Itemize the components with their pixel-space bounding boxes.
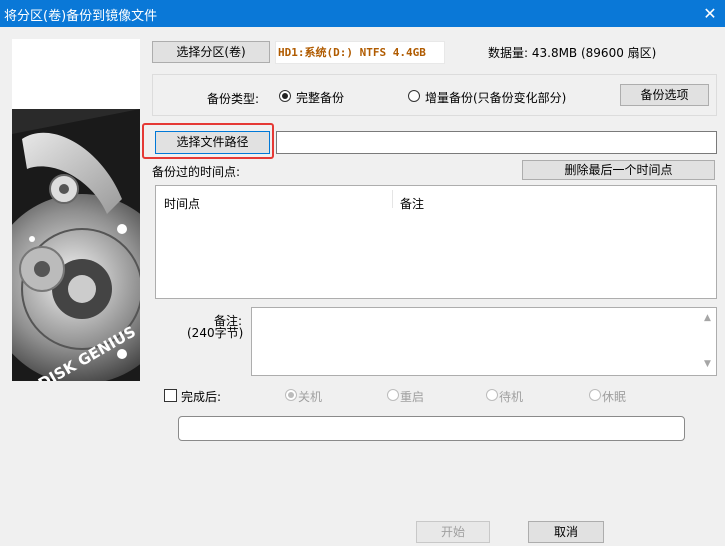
- standby-radio[interactable]: [486, 389, 498, 401]
- after-complete-label[interactable]: 完成后:: [181, 388, 221, 405]
- column-header-note[interactable]: 备注: [400, 195, 424, 212]
- hard-disk-icon: DISK GENIUS: [12, 109, 140, 381]
- data-size-label: 数据量: 43.8MB (89600 扇区): [488, 46, 657, 60]
- restart-radio[interactable]: [387, 389, 399, 401]
- full-backup-label[interactable]: 完整备份: [296, 89, 344, 106]
- timepoints-label: 备份过的时间点:: [152, 165, 241, 179]
- column-header-timepoint[interactable]: 时间点: [164, 195, 200, 212]
- backup-type-label: 备份类型:: [207, 92, 260, 106]
- shutdown-label[interactable]: 关机: [298, 388, 322, 405]
- notes-textarea[interactable]: ▲ ▼: [251, 307, 717, 376]
- select-partition-button[interactable]: 选择分区(卷): [152, 41, 270, 63]
- incremental-backup-label[interactable]: 增量备份(只备份变化部分): [425, 89, 566, 106]
- scroll-down-icon[interactable]: ▼: [699, 356, 716, 373]
- restart-label[interactable]: 重启: [400, 388, 424, 405]
- after-complete-checkbox[interactable]: [164, 389, 177, 402]
- shutdown-radio[interactable]: [285, 389, 297, 401]
- disk-genius-illustration: DISK GENIUS: [12, 39, 140, 381]
- window-title: 将分区(卷)备份到镜像文件: [4, 9, 158, 24]
- backup-type-group: 备份类型: 完整备份 增量备份(只备份变化部分) 备份选项: [152, 74, 717, 116]
- delete-last-timepoint-button[interactable]: 删除最后一个时间点: [522, 160, 715, 180]
- hibernate-radio[interactable]: [589, 389, 601, 401]
- notes-size-hint: (240字节): [187, 326, 244, 340]
- close-icon[interactable]: ✕: [695, 0, 725, 27]
- dialog-body: DISK GENIUS 选择分区(卷) HD1:系统(D:) NTFS 4.4G…: [0, 27, 725, 546]
- scroll-up-icon[interactable]: ▲: [699, 310, 716, 327]
- backup-options-button[interactable]: 备份选项: [620, 84, 709, 106]
- progress-bar: [178, 416, 685, 441]
- incremental-backup-radio[interactable]: [408, 90, 420, 102]
- partition-info: HD1:系统(D:) NTFS 4.4GB: [275, 41, 445, 64]
- standby-label[interactable]: 待机: [499, 388, 523, 405]
- cancel-button[interactable]: 取消: [528, 521, 604, 543]
- hibernate-label[interactable]: 休眠: [602, 388, 626, 405]
- timepoints-list[interactable]: 时间点 备注: [155, 185, 717, 299]
- file-path-input[interactable]: [276, 131, 717, 154]
- start-button[interactable]: 开始: [416, 521, 490, 543]
- title-bar: 将分区(卷)备份到镜像文件 ✕: [0, 0, 725, 27]
- notes-scrollbar[interactable]: ▲ ▼: [699, 308, 716, 375]
- full-backup-radio[interactable]: [279, 90, 291, 102]
- highlight-box: [142, 123, 274, 159]
- column-divider[interactable]: [392, 190, 393, 208]
